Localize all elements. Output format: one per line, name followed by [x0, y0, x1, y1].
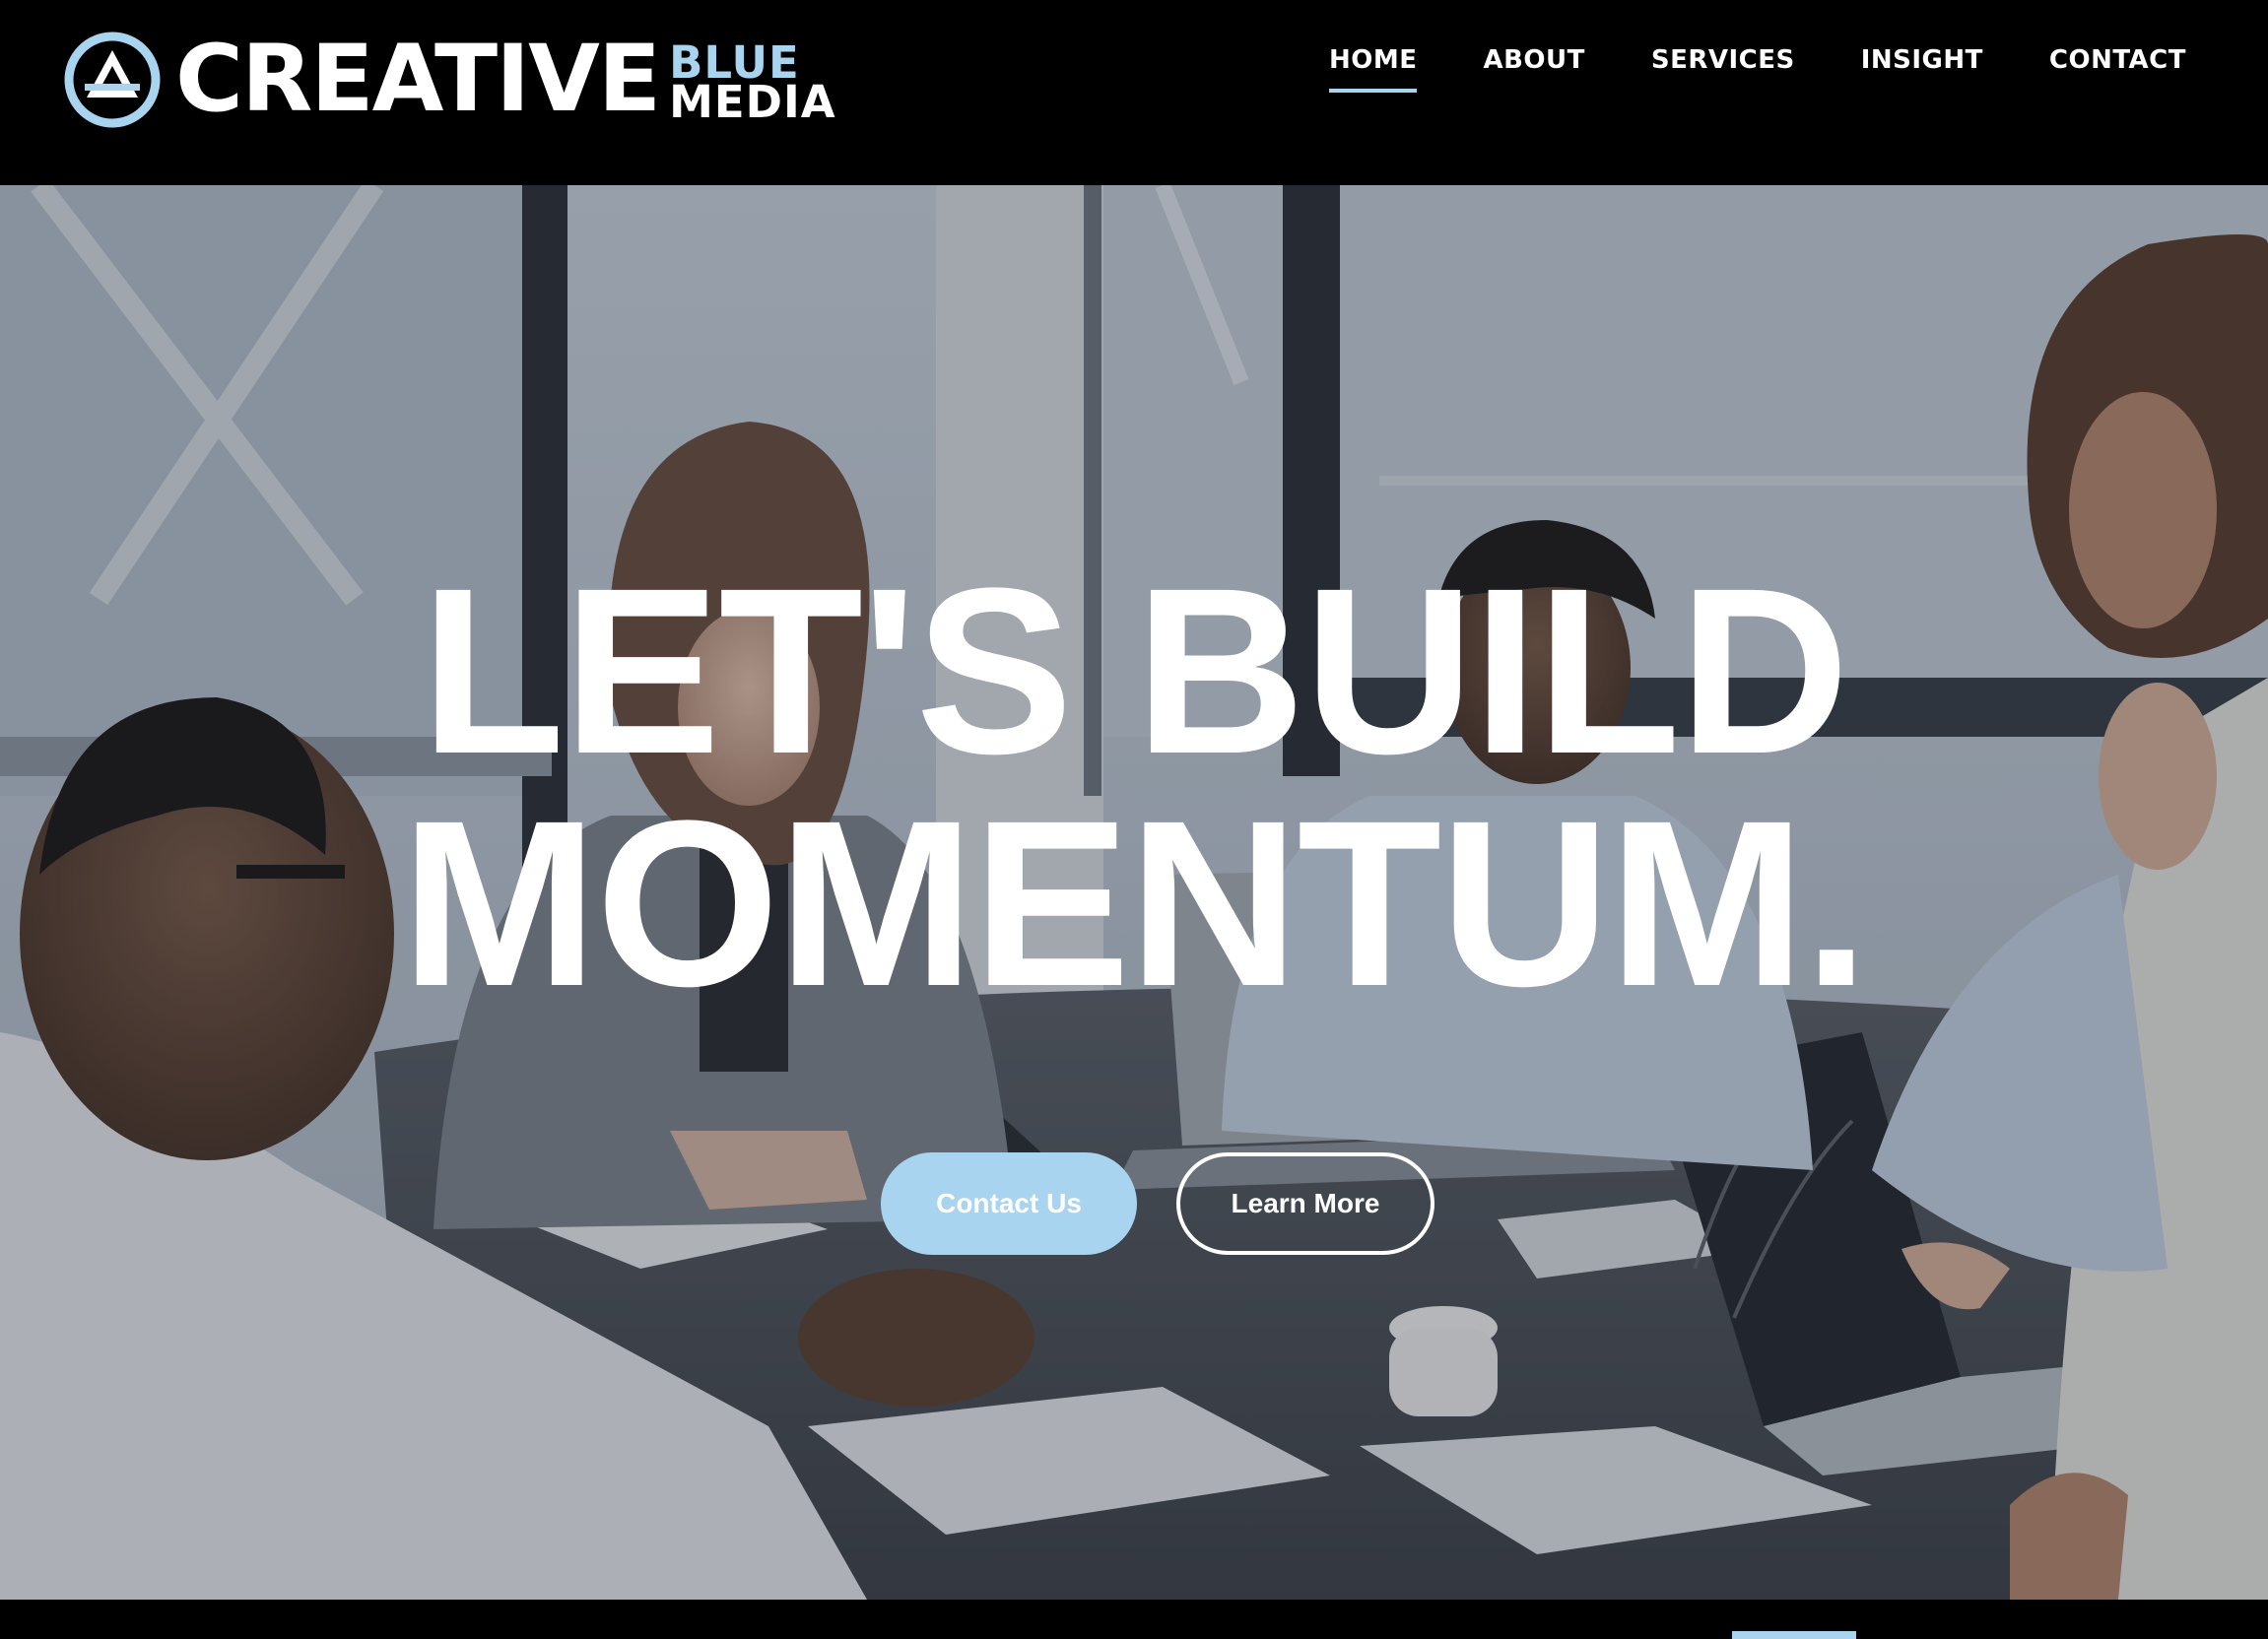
nav-item-contact[interactable]: CONTACT: [2049, 45, 2186, 93]
nav-item-insight[interactable]: INSIGHT: [1861, 45, 1983, 93]
hero-headline: LET'S BUILD MOMENTUM.: [0, 539, 2268, 1035]
logo-wordmark-creative: CREATIVE: [175, 25, 661, 133]
page: CREATIVE BLUE MEDIA HOME ABOUT SERVICES …: [0, 0, 2268, 1639]
nav-item-services[interactable]: SERVICES: [1651, 45, 1795, 93]
accent-tab: [1732, 1631, 1856, 1639]
site-logo[interactable]: CREATIVE BLUE MEDIA: [63, 28, 836, 131]
hero-section: LET'S BUILD MOMENTUM. Contact Us Learn M…: [0, 185, 2268, 1600]
logo-sub-wordmark: BLUE MEDIA: [669, 40, 836, 128]
hero-cta-row: Contact Us Learn More: [0, 1152, 2268, 1255]
site-header: CREATIVE BLUE MEDIA HOME ABOUT SERVICES …: [0, 0, 2268, 185]
nav-item-home[interactable]: HOME: [1328, 45, 1418, 93]
main-nav: HOME ABOUT SERVICES INSIGHT CONTACT: [1263, 45, 2186, 93]
hero-headline-line-2: MOMENTUM.: [400, 771, 1869, 1035]
learn-more-button[interactable]: Learn More: [1176, 1152, 1434, 1255]
next-section-edge: [0, 1600, 2268, 1639]
nav-item-about[interactable]: ABOUT: [1483, 45, 1584, 93]
logo-wordmark-media: MEDIA: [669, 75, 836, 128]
contact-us-button[interactable]: Contact Us: [881, 1152, 1137, 1255]
hero-headline-line-1: LET'S BUILD: [420, 539, 1849, 803]
triangle-circle-logo-icon: [64, 32, 161, 127]
